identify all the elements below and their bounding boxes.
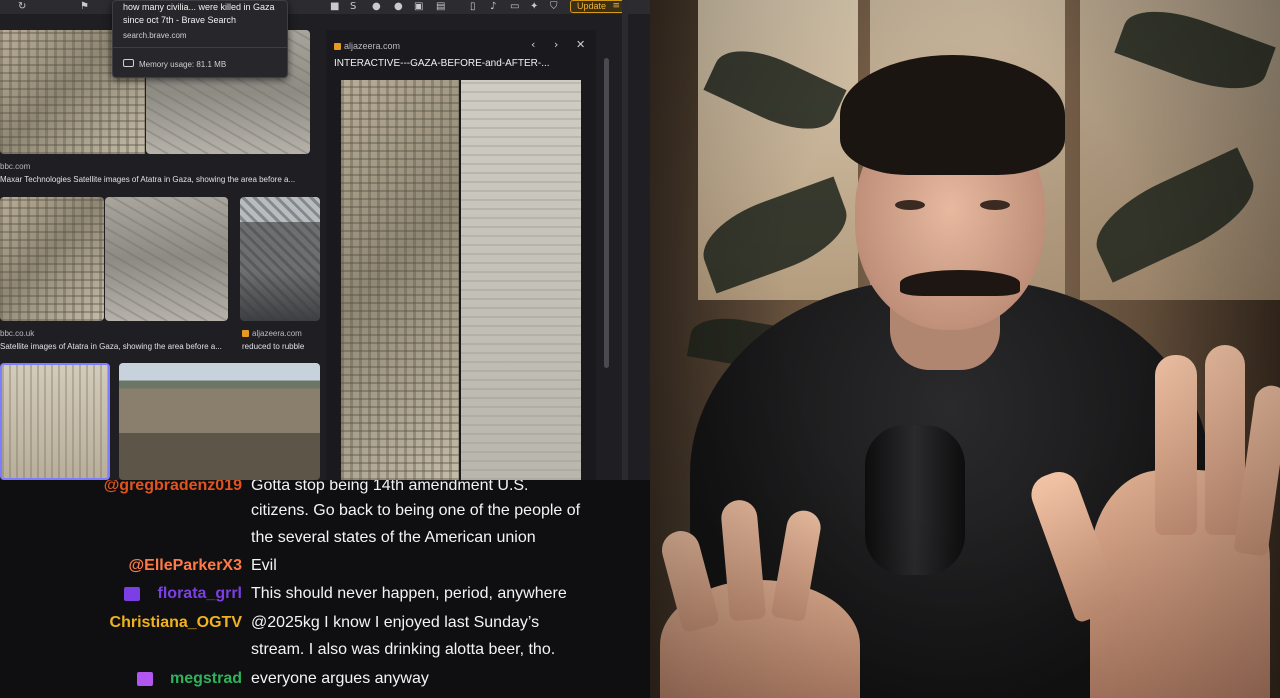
- browser-toolbar: ↻ ⚑ ■ S ● ● ▣ ▤ ▯ ♪ ▭ ✦ ⛉ Update ≡: [0, 0, 650, 14]
- result-source-aljazeera[interactable]: aljazeera.com: [242, 329, 302, 338]
- chat-username[interactable]: Christiana_OGTV: [110, 609, 242, 637]
- chat-text: Evil: [251, 557, 277, 574]
- extension-globe-icon[interactable]: ●: [372, 1, 381, 13]
- page-scrollbar[interactable]: [622, 0, 628, 480]
- chat-username[interactable]: megstrad: [170, 665, 242, 693]
- chat-message-continued: citizens. Go back to being one of the pe…: [0, 497, 650, 525]
- bookmark-icon[interactable]: ⚑: [80, 1, 89, 13]
- result-source[interactable]: bbc.com: [0, 162, 30, 171]
- chevron-right-icon[interactable]: ›: [554, 38, 558, 51]
- tab-url: search.brave.com: [123, 31, 187, 40]
- result-image-before[interactable]: [0, 197, 104, 321]
- result-caption[interactable]: Maxar Technologies Satellite images of A…: [0, 175, 312, 184]
- chat-text: @2025kg I know I enjoyed last Sunday’s: [251, 614, 540, 631]
- memory-icon: [123, 59, 134, 67]
- chat-text: This should never happen, period, anywhe…: [251, 585, 567, 602]
- menu-icon: ≡: [612, 1, 620, 11]
- preview-source[interactable]: aljazeera.com: [334, 41, 400, 51]
- preview-title[interactable]: INTERACTIVE---GAZA-BEFORE-and-AFTER-...: [334, 58, 590, 69]
- chat-text: the several states of the American union: [251, 529, 536, 546]
- leo-icon[interactable]: ✦: [530, 1, 538, 13]
- chat-message: Christiana_OGTV @2025kg I know I enjoyed…: [0, 609, 650, 637]
- chat-message: megstrad everyone argues anyway: [0, 665, 650, 693]
- subscriber-badge-icon: [124, 587, 140, 601]
- result-source[interactable]: bbc.co.uk: [0, 329, 34, 338]
- close-icon[interactable]: ✕: [576, 38, 585, 51]
- extension-image-icon[interactable]: ▤: [436, 1, 445, 13]
- result-caption[interactable]: Satellite images of Atatra in Gaza, show…: [0, 342, 230, 351]
- chevron-left-icon[interactable]: ‹: [531, 38, 535, 51]
- chat-username[interactable]: @ElleParkerX3: [129, 552, 242, 580]
- preview-scrollbar[interactable]: [604, 58, 609, 368]
- result-caption[interactable]: reduced to rubble: [242, 342, 322, 351]
- tab-title: how many civilia... were killed in Gaza …: [123, 2, 275, 25]
- chat-text: stream. I also was drinking alotta beer,…: [251, 641, 556, 658]
- vignette: [650, 0, 1280, 698]
- browser-window: ↻ ⚑ ■ S ● ● ▣ ▤ ▯ ♪ ▭ ✦ ⛉ Update ≡ bbc.c…: [0, 0, 650, 480]
- tab-hover-card: how many civilia... were killed in Gaza …: [112, 0, 288, 78]
- extension-blue-icon[interactable]: ●: [394, 1, 403, 13]
- image-preview-panel: aljazeera.com ‹ › ✕ INTERACTIVE---GAZA-B…: [326, 30, 596, 480]
- extension-icon[interactable]: ■: [330, 1, 339, 13]
- preview-image-after[interactable]: [461, 80, 581, 480]
- aljazeera-favicon-icon: [334, 43, 341, 50]
- result-image-after[interactable]: [105, 197, 228, 321]
- chat-message-continued: the several states of the American union: [0, 524, 650, 552]
- chat-message-continued: stream. I also was drinking alotta beer,…: [0, 636, 650, 664]
- chat-text: citizens. Go back to being one of the pe…: [251, 502, 581, 519]
- result-image-selected[interactable]: [0, 363, 110, 480]
- extension-box-icon[interactable]: ▣: [414, 1, 423, 13]
- webcam-feed: [650, 0, 1280, 698]
- wallet-icon[interactable]: ▭: [510, 1, 519, 13]
- extension-s-icon[interactable]: S: [350, 1, 356, 13]
- music-icon[interactable]: ♪: [490, 1, 496, 13]
- subscriber-badge-icon: [137, 672, 153, 686]
- chat-text: everyone argues anyway: [251, 670, 429, 687]
- sidebar-icon[interactable]: ▯: [470, 1, 476, 13]
- update-label: Update: [577, 1, 607, 11]
- chat-panel: @gregbradenz019 Gotta stop being 14th am…: [0, 480, 650, 698]
- result-image-photo[interactable]: [119, 363, 320, 480]
- preview-image-before[interactable]: [341, 80, 459, 480]
- divider: [113, 47, 287, 48]
- chat-username[interactable]: florata_grrl: [158, 580, 242, 608]
- update-button[interactable]: Update ≡: [570, 0, 625, 13]
- shield-icon[interactable]: ⛉: [550, 1, 558, 13]
- reload-icon[interactable]: ↻: [18, 1, 26, 13]
- chat-message: @ElleParkerX3 Evil: [0, 552, 650, 580]
- memory-usage: Memory usage: 81.1 MB: [139, 60, 227, 69]
- chat-message: florata_grrl This should never happen, p…: [0, 580, 650, 608]
- result-image-rubble[interactable]: [240, 197, 320, 321]
- aljazeera-favicon-icon: [242, 330, 249, 337]
